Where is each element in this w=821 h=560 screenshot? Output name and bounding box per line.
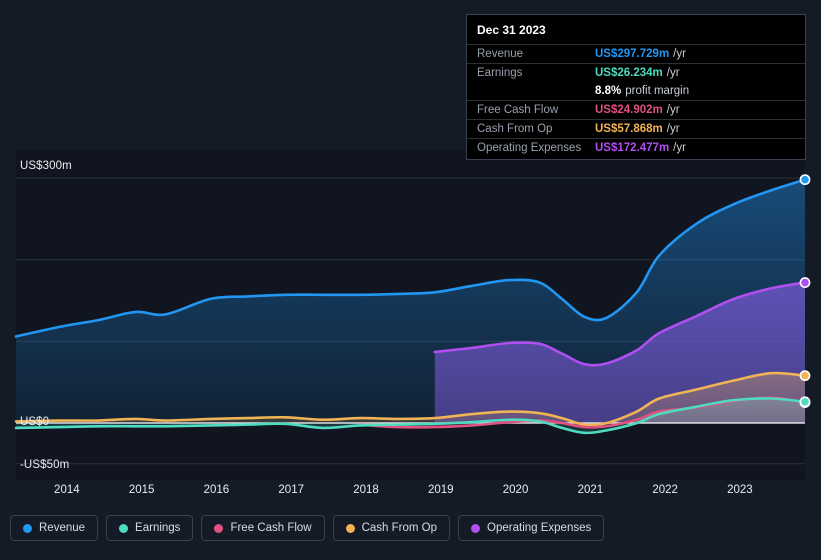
x-axis-label-2018: 2018 (353, 484, 379, 496)
tooltip-date: Dec 31 2023 (477, 23, 546, 37)
tooltip-row-unit: /yr (666, 67, 680, 79)
y-axis-label-zero: US$0 (20, 416, 50, 428)
tooltip-row-label: Operating Expenses (477, 142, 582, 154)
legend-item-label: Operating Expenses (487, 522, 592, 534)
legend-item-label: Revenue (39, 522, 86, 534)
x-axis-label-2015: 2015 (128, 484, 155, 496)
tooltip-row-value: US$297.729m (595, 48, 670, 60)
chart-legend: Revenue Earnings Free Cash Flow Cash From O… (10, 515, 605, 541)
financial-performance-chart: US$300m US$0 -US$50m 2014 2015 2016 2017 201… (0, 0, 821, 560)
legend-color-dot-icon (345, 523, 355, 533)
tooltip-row-value: 8.8% (595, 85, 622, 97)
legend-color-dot-icon (119, 523, 129, 533)
legend-item-label: Cash From Op (361, 522, 438, 534)
tooltip-row-unit: profit margin (625, 85, 690, 97)
legend-item-label: Free Cash Flow (230, 522, 312, 534)
data-tooltip: Dec 31 2023 Revenue US$297.729m/yr Earning… (466, 14, 806, 160)
tooltip-row: Earnings US$26.234m/yr (467, 63, 805, 82)
x-axis-label-2019: 2019 (427, 484, 454, 496)
legend-color-dot-icon (471, 523, 481, 533)
tooltip-row: Free Cash Flow US$24.902m/yr (467, 100, 805, 119)
tooltip-row-label: Earnings (477, 67, 523, 79)
x-axis-label-2017: 2017 (278, 484, 304, 496)
tooltip-row-label: Free Cash Flow (477, 104, 559, 116)
tooltip-row: 8.8% profit margin (467, 82, 805, 100)
x-axis-label-2016: 2016 (203, 484, 230, 496)
legend-item-label: Earnings (135, 522, 181, 534)
legend-item-earnings[interactable]: Earnings (106, 515, 194, 541)
y-axis-label-neg50m: -US$50m (20, 459, 70, 471)
x-axis: 2014 2015 2016 2017 2018 2019 2020 2021 2022 2023 (0, 484, 821, 502)
legend-item-free-cash-flow[interactable]: Free Cash Flow (201, 515, 325, 541)
tooltip-row-label: Revenue (477, 48, 524, 60)
tooltip-row-value: US$24.902m (595, 104, 663, 116)
x-axis-label-2020: 2020 (502, 484, 529, 496)
x-axis-label-2014: 2014 (54, 484, 80, 496)
y-axis-label-300m: US$300m (20, 160, 72, 172)
tooltip-row-value: US$57.868m (595, 123, 663, 135)
tooltip-row-unit: /yr (666, 123, 680, 135)
x-axis-label-2022: 2022 (652, 484, 678, 496)
legend-item-operating-expenses[interactable]: Operating Expenses (458, 515, 605, 541)
tooltip-row-unit: /yr (666, 104, 680, 116)
tooltip-row: Cash From Op US$57.868m/yr (467, 119, 805, 138)
tooltip-row-value: US$26.234m (595, 67, 663, 79)
legend-item-cash-from-op[interactable]: Cash From Op (332, 515, 451, 541)
legend-color-dot-icon (214, 523, 224, 533)
tooltip-row: Revenue US$297.729m/yr (467, 44, 805, 63)
x-axis-label-2021: 2021 (577, 484, 604, 496)
tooltip-row-value: US$172.477m (595, 142, 670, 154)
x-axis-label-2023: 2023 (727, 484, 753, 496)
legend-color-dot-icon (23, 523, 32, 533)
tooltip-row-label: Cash From Op (477, 123, 553, 135)
tooltip-row-unit: /yr (673, 142, 686, 154)
tooltip-rows: Revenue US$297.729m/yr Earnings US$26.234m /… (467, 44, 805, 157)
legend-item-revenue[interactable]: Revenue (10, 515, 99, 541)
tooltip-row-unit: /yr (673, 48, 686, 60)
tooltip-row: Operating Expenses US$172.477m/yr (467, 138, 805, 157)
